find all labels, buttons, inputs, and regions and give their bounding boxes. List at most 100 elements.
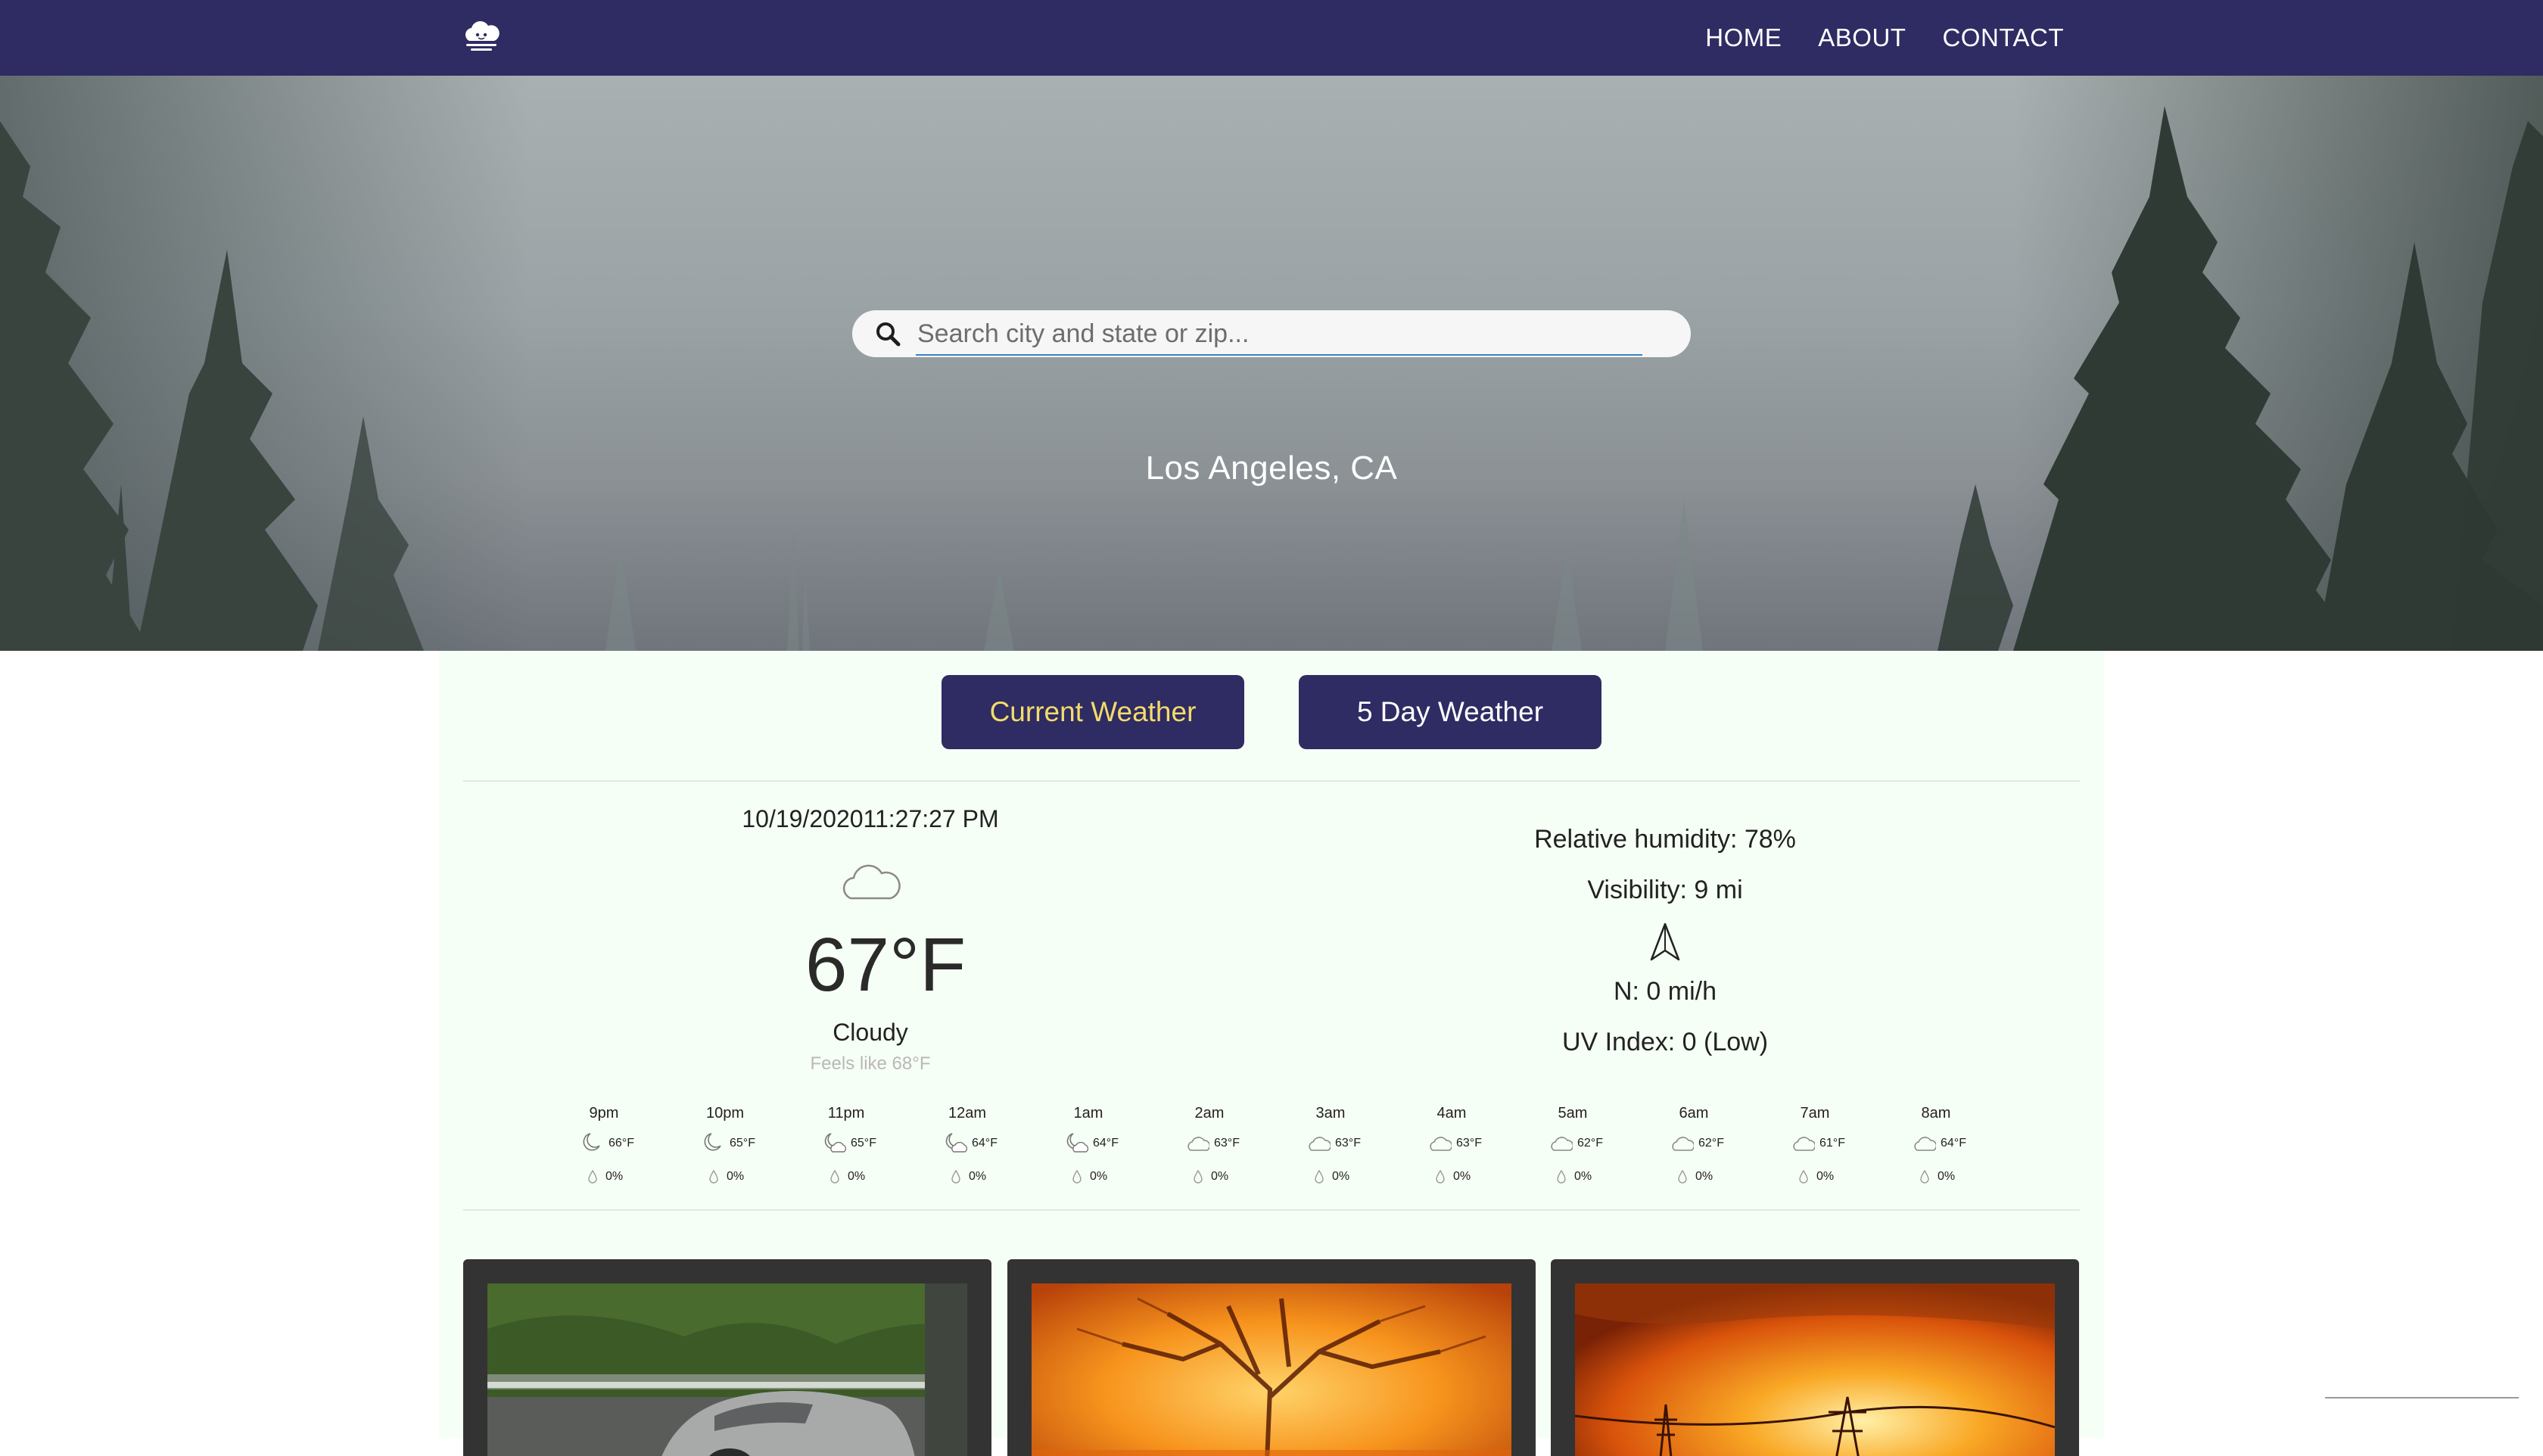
five-day-weather-tab[interactable]: 5 Day Weather [1299,675,1601,749]
hourly-precipitation: 0% [1574,1170,1592,1183]
hourly-temperature: 62°F [1698,1137,1724,1150]
hourly-temperature: 61°F [1819,1137,1845,1150]
hourly-precipitation: 0% [1090,1170,1108,1183]
hourly-precipitation: 0% [727,1170,745,1183]
hourly-precipitation: 0% [1332,1170,1350,1183]
visibility: Visibility: 9 mi [1587,876,1743,904]
cloud-icon [1309,1137,1331,1151]
moon-icon [583,1133,600,1151]
cloud-icon [1793,1137,1815,1151]
hourly-time: 11pm [827,1105,865,1122]
hourly-item: 4am 63°F 0% [1406,1105,1497,1196]
hourly-time: 4am [1436,1105,1467,1122]
hourly-temperature: 63°F [1456,1137,1482,1150]
scrollbar-indicator [2325,1397,2519,1398]
hourly-temperature: 65°F [851,1137,876,1150]
hourly-item: 7am 61°F 0% [1770,1105,1860,1196]
relative-humidity: Relative humidity: 78% [1534,825,1796,854]
news-card[interactable] [1551,1259,2079,1456]
moon-cloud-icon [824,1133,846,1153]
search-input-underline [916,354,1642,356]
cloud-icon [1551,1137,1573,1151]
search-bar [852,310,1691,357]
hourly-item: 11pm 65°F 0% [801,1105,892,1196]
sports-car-photo[interactable] [487,1283,967,1456]
hourly-time: 12am [948,1105,987,1122]
hourly-temperature: 64°F [972,1137,998,1150]
feels-like: Feels like 68°F [810,1053,931,1074]
foggy-forest-background [0,76,2543,651]
moon-cloud-icon [1066,1133,1088,1153]
wildfire-powerlines-photo[interactable] [1575,1283,2055,1456]
hourly-item: 5am 62°F 0% [1527,1105,1618,1196]
news-card[interactable] [1007,1259,1536,1456]
hourly-item: 8am 64°F 0% [1891,1105,1981,1196]
raindrop-icon [951,1170,960,1184]
wind-speed: N: 0 mi/h [1613,977,1717,1006]
hourly-time: 5am [1558,1105,1588,1122]
wildfire-tree-photo[interactable] [1032,1283,1511,1456]
hourly-item: 6am 62°F 0% [1648,1105,1739,1196]
hourly-temperature: 63°F [1335,1137,1361,1150]
raindrop-icon [1072,1170,1082,1184]
hourly-precipitation: 0% [848,1170,866,1183]
raindrop-icon [1920,1170,1929,1184]
cloud-icon [1187,1137,1209,1151]
current-condition: Cloudy [833,1019,908,1046]
raindrop-icon [1799,1170,1808,1184]
moon-icon [704,1133,721,1151]
hourly-item: 9pm 66°F 0% [559,1105,649,1196]
top-navbar: HOME ABOUT CONTACT [0,0,2543,76]
hourly-item: 1am 64°F 0% [1043,1105,1134,1196]
nav-home-link[interactable]: HOME [1705,23,1782,52]
hourly-time: 8am [1921,1105,1951,1122]
hourly-time: 10pm [705,1105,745,1122]
raindrop-icon [1678,1170,1687,1184]
moon-cloud-icon [945,1133,967,1153]
hourly-temperature: 64°F [1093,1137,1119,1150]
current-temperature: 67°F [805,922,966,1007]
navigation-arrow-icon [1650,922,1680,961]
divider-bottom [463,1209,2080,1211]
hourly-precipitation: 0% [1211,1170,1229,1183]
nav-links: HOME ABOUT CONTACT [1705,0,2064,76]
hourly-time: 1am [1073,1105,1103,1122]
hourly-time: 7am [1800,1105,1830,1122]
hourly-temperature: 65°F [730,1137,755,1150]
location-name: Los Angeles, CA [1145,450,1398,487]
raindrop-icon [588,1170,597,1184]
cloud-icon [1430,1137,1452,1151]
cloud-icon [1914,1137,1936,1151]
hourly-item: 2am 63°F 0% [1164,1105,1255,1196]
cloud-logo-icon[interactable] [460,15,503,58]
hero-banner: Los Angeles, CA [0,76,2543,651]
hourly-time: 2am [1194,1105,1225,1122]
current-datetime: 10/19/202011:27:27 PM [742,805,999,832]
raindrop-icon [1194,1170,1203,1184]
hourly-temperature: 62°F [1577,1137,1603,1150]
raindrop-icon [709,1170,718,1184]
hourly-precipitation: 0% [605,1170,624,1183]
nav-about-link[interactable]: ABOUT [1818,23,1906,52]
hourly-precipitation: 0% [969,1170,987,1183]
nav-contact-link[interactable]: CONTACT [1942,23,2064,52]
hourly-temperature: 66°F [609,1137,634,1150]
cloud-icon [842,864,901,900]
hourly-precipitation: 0% [1453,1170,1471,1183]
hourly-time: 3am [1315,1105,1346,1122]
divider-top [463,780,2080,782]
hourly-precipitation: 0% [1816,1170,1835,1183]
news-card[interactable] [463,1259,991,1456]
search-icon[interactable] [875,321,901,347]
search-input[interactable] [916,315,1645,353]
hourly-item: 3am 63°F 0% [1285,1105,1376,1196]
hourly-time: 9pm [589,1105,619,1122]
raindrop-icon [1315,1170,1324,1184]
raindrop-icon [1557,1170,1566,1184]
raindrop-icon [830,1170,839,1184]
hourly-item: 10pm 65°F 0% [680,1105,770,1196]
hourly-precipitation: 0% [1938,1170,1956,1183]
current-weather-tab[interactable]: Current Weather [942,675,1244,749]
hourly-time: 6am [1679,1105,1709,1122]
hourly-forecast: 9pm 66°F 0% 10pm 65°F 0% 11pm 65°F 0% 12am 64°F 0% 1… [559,1105,2012,1196]
